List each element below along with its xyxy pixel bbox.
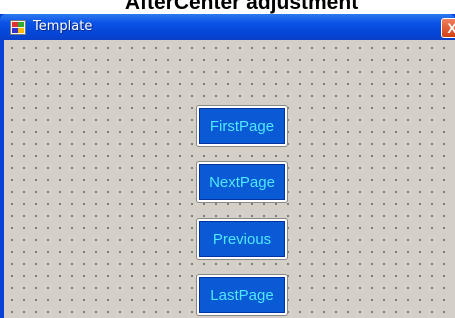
previous-button[interactable]: Previous [196, 218, 288, 260]
last-page-label: LastPage [199, 277, 285, 313]
close-button[interactable]: X [441, 18, 455, 38]
first-page-button[interactable]: FirstPage [196, 105, 288, 147]
next-page-button[interactable]: NextPage [196, 161, 288, 203]
caption-text: AfterCenter adjustment [124, 0, 359, 14]
title-bar[interactable]: Template X [0, 14, 455, 40]
app-icon[interactable] [10, 20, 26, 35]
form-design-surface[interactable]: FirstPage NextPage Previous LastPage [4, 40, 455, 318]
form-window: Template X FirstPage NextPage Previous L… [0, 14, 455, 318]
last-page-button[interactable]: LastPage [196, 274, 288, 316]
next-page-label: NextPage [199, 164, 285, 200]
previous-label: Previous [199, 221, 285, 257]
first-page-label: FirstPage [199, 108, 285, 144]
window-title: Template [33, 19, 93, 34]
